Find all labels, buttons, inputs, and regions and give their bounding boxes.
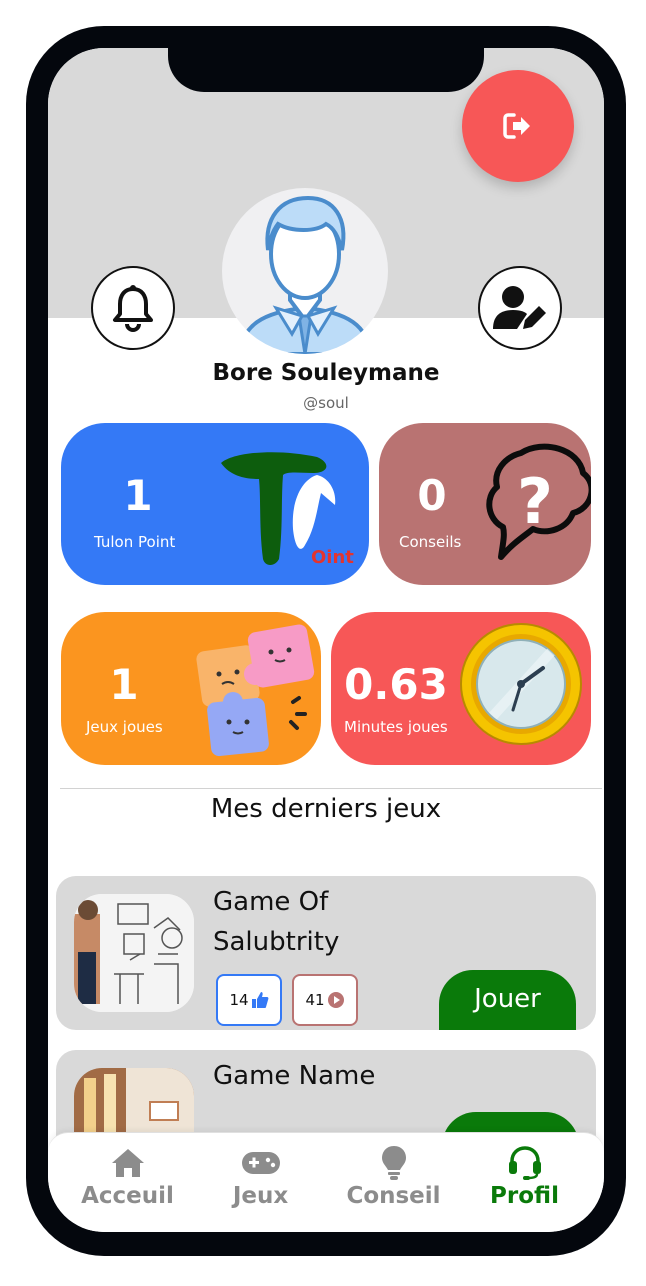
user-handle: @soul [303,394,349,412]
game-card[interactable]: Game Of Salubtrity 14 41 Jouer [56,876,596,1030]
nav-label: Acceuil [81,1183,174,1209]
nav-item-conseil[interactable]: Conseil [324,1143,463,1209]
stat-card-games-played[interactable]: 1 Jeux joues [61,612,321,765]
user-avatar-illustration [237,195,373,354]
clock-icon [460,623,582,745]
plays-badge[interactable]: 41 [292,974,358,1026]
user-edit-icon [493,286,546,329]
bell-icon [113,285,153,332]
likes-badge[interactable]: 14 [216,974,282,1026]
nav-item-jeux[interactable]: Jeux [191,1143,330,1209]
minutes-played-label: Minutes joues [344,718,448,736]
section-title: Mes derniers jeux [210,794,442,824]
points-label: Tulon Point [94,533,176,551]
tulon-logo-icon: Oint [221,452,354,568]
nav-label: Conseil [346,1183,441,1209]
play-circle-icon [327,992,344,1008]
edit-profile-button[interactable] [478,266,562,350]
headset-icon [508,1146,541,1180]
game-title: Game Of Salubtrity [213,887,340,957]
minutes-played-value: 0.63 [344,660,448,709]
question-bubble-icon: ? [486,443,591,560]
game-thumbnail-image [74,894,194,1012]
stat-card-minutes-played[interactable]: 0.63 Minutes joues [331,612,591,765]
logout-button[interactable] [462,70,574,182]
logout-icon [503,113,530,139]
user-name: Bore Souleymane [212,360,440,386]
stat-card-points[interactable]: 1 Tulon Point Oint [61,423,369,585]
notifications-button[interactable] [91,266,175,350]
conseils-value: 0 [417,471,447,520]
conseils-label: Conseils [399,533,462,551]
nav-label: Jeux [232,1183,289,1209]
likes-count: 14 [229,991,249,1009]
tulon-logo-text: Oint [311,547,354,568]
games-played-value: 1 [109,660,139,709]
thumbs-up-icon [251,992,268,1008]
games-played-label: Jeux joues [86,718,163,736]
gamepad-icon [241,1152,280,1174]
avatar [222,188,388,354]
home-icon [111,1149,144,1177]
play-button[interactable]: Jouer [439,970,576,1030]
game-thumbnail [74,894,194,1012]
puzzle-icon [196,624,315,757]
nav-item-profil[interactable]: Profil [455,1143,594,1209]
stat-card-conseils[interactable]: 0 Conseils ? [379,423,591,585]
game-title: Game Name [213,1061,376,1091]
nav-item-acceuil[interactable]: Acceuil [58,1143,197,1209]
bottom-navigation: Acceuil Jeux Conseil Profil [48,1132,604,1232]
phone-notch [168,26,484,92]
points-value: 1 [123,471,153,520]
plays-count: 41 [305,991,325,1009]
lightbulb-icon [381,1146,406,1180]
nav-label: Profil [490,1183,559,1209]
section-divider [60,788,602,789]
screen: Bore Souleymane @soul 1 Tulon Point Oint… [48,48,604,1232]
svg-text:?: ? [517,465,553,538]
